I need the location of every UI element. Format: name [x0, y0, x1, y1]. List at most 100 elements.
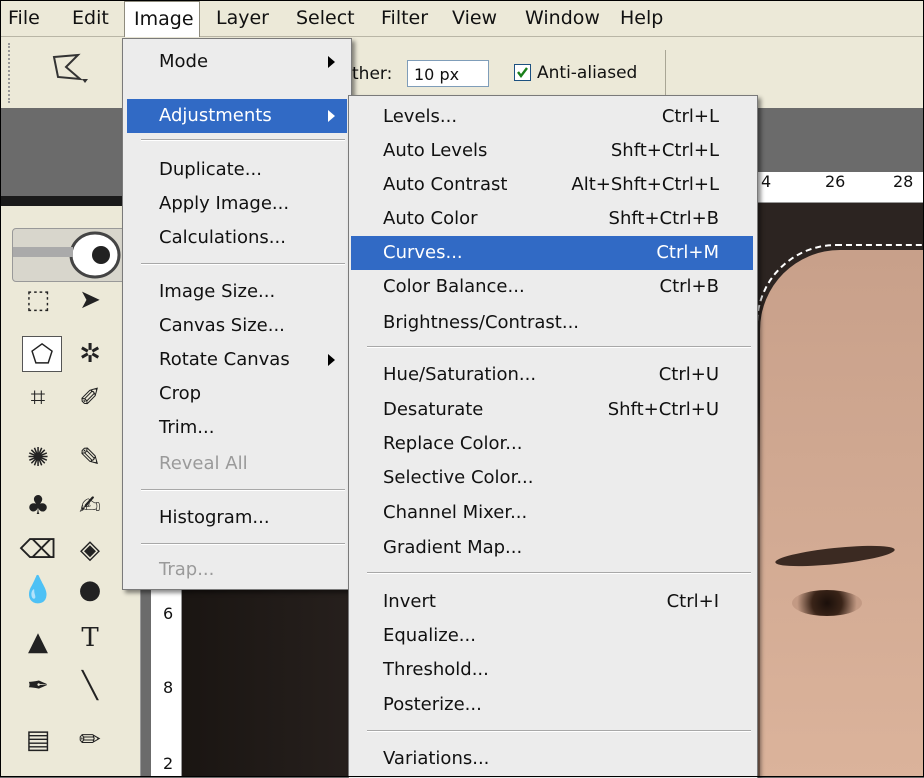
menu-item-gradient-map[interactable]: Gradient Map... [349, 531, 757, 565]
menu-item-shortcut: Ctrl+U [658, 364, 719, 385]
menu-layer[interactable]: Layer [216, 0, 269, 36]
menu-separator [367, 572, 751, 574]
ruler-label: 2 [163, 754, 174, 773]
menu-item-adjustments[interactable]: Adjustments [127, 99, 347, 133]
notes-tool-icon[interactable]: ▤ [18, 722, 58, 758]
menu-item-invert[interactable]: Invert Ctrl+I [349, 585, 757, 619]
menu-item-curves[interactable]: Curves... Ctrl+M [351, 236, 753, 270]
menu-item-replace-color[interactable]: Replace Color... [349, 427, 757, 461]
menu-help[interactable]: Help [620, 0, 663, 36]
menu-item-label: Duplicate... [159, 159, 262, 180]
menu-item-equalize[interactable]: Equalize... [349, 619, 757, 653]
polygonal-lasso-icon[interactable] [48, 49, 88, 93]
dodge-tool-icon[interactable]: ● [70, 572, 110, 608]
pen-tool-icon[interactable]: ✒ [18, 668, 58, 704]
path-selection-icon[interactable]: ▲ [18, 624, 58, 660]
menu-item-reveal-all: Reveal All [123, 447, 351, 481]
menu-select[interactable]: Select [296, 0, 355, 36]
checkmark-icon [517, 67, 528, 78]
menu-item-shortcut: Shft+Ctrl+U [607, 399, 719, 420]
menu-item-canvas-size[interactable]: Canvas Size... [123, 309, 351, 343]
menu-separator [141, 263, 345, 265]
menu-edit[interactable]: Edit [72, 0, 109, 36]
menu-item-rotate-canvas[interactable]: Rotate Canvas [123, 343, 351, 377]
type-tool-icon[interactable]: T [70, 620, 110, 656]
menu-item-threshold[interactable]: Threshold... [349, 653, 757, 687]
menu-item-desaturate[interactable]: Desaturate Shft+Ctrl+U [349, 393, 757, 427]
slice-tool-icon[interactable]: ✐ [70, 380, 110, 416]
menu-item-label: Replace Color... [383, 433, 523, 454]
menu-item-variations[interactable]: Variations... [349, 742, 757, 776]
horizontal-ruler[interactable]: 4 26 28 [745, 172, 924, 203]
menu-item-histogram[interactable]: Histogram... [123, 501, 351, 535]
menu-item-label: Crop [159, 383, 202, 404]
menu-item-shortcut: Ctrl+I [666, 591, 719, 612]
menu-item-levels[interactable]: Levels... Ctrl+L [349, 100, 757, 134]
menu-view[interactable]: View [452, 0, 497, 36]
submenu-arrow-icon [328, 110, 335, 122]
toolbox-header-logo[interactable] [12, 228, 132, 282]
options-bar-grip[interactable] [8, 43, 14, 103]
eraser-tool-icon[interactable]: ⌫ [18, 532, 58, 568]
menu-item-label: Apply Image... [159, 193, 290, 214]
menu-item-shortcut: Alt+Shft+Ctrl+L [571, 174, 719, 195]
menu-filter[interactable]: Filter [381, 0, 428, 36]
menu-file[interactable]: File [8, 0, 40, 36]
anti-aliased-label: Anti-aliased [537, 63, 638, 83]
menu-window[interactable]: Window [525, 0, 600, 36]
healing-brush-icon[interactable]: ✺ [18, 440, 58, 476]
menu-item-label: Reveal All [159, 453, 248, 474]
menu-item-auto-color[interactable]: Auto Color Shft+Ctrl+B [349, 202, 757, 236]
ruler-label: 6 [163, 604, 174, 623]
brush-tool-icon[interactable]: ✎ [70, 440, 110, 476]
menu-item-channel-mixer[interactable]: Channel Mixer... [349, 496, 757, 530]
menu-item-label: Posterize... [383, 694, 482, 715]
magic-wand-icon[interactable]: ✲ [70, 336, 110, 372]
menu-separator [367, 346, 751, 348]
menu-item-label: Calculations... [159, 227, 286, 248]
move-tool-icon[interactable]: ➤ [70, 282, 110, 318]
menu-item-hue-saturation[interactable]: Hue/Saturation... Ctrl+U [349, 358, 757, 392]
menu-item-shortcut: Ctrl+M [656, 242, 719, 263]
line-tool-icon[interactable]: ╲ [70, 668, 110, 704]
feather-input[interactable]: 10 px [407, 60, 489, 87]
menu-item-selective-color[interactable]: Selective Color... [349, 461, 757, 495]
ruler-label: 28 [893, 172, 914, 191]
menu-item-color-balance[interactable]: Color Balance... Ctrl+B [349, 270, 757, 304]
paint-bucket-icon[interactable]: ◈ [70, 532, 110, 568]
menu-item-crop[interactable]: Crop [123, 377, 351, 411]
submenu-arrow-icon [328, 56, 335, 68]
menu-item-label: Adjustments [159, 105, 272, 126]
menu-item-label: Invert [383, 591, 436, 612]
menu-item-label: Color Balance... [383, 276, 525, 297]
ruler-label: 8 [163, 678, 174, 697]
blur-tool-icon[interactable]: 💧 [18, 572, 58, 608]
menu-item-calculations[interactable]: Calculations... [123, 221, 351, 255]
menu-item-trim[interactable]: Trim... [123, 411, 351, 445]
anti-aliased-checkbox[interactable] [514, 64, 531, 81]
menu-item-shortcut: Ctrl+L [661, 106, 719, 127]
crop-tool-icon[interactable]: ⌗ [18, 380, 58, 416]
menu-item-auto-levels[interactable]: Auto Levels Shft+Ctrl+L [349, 134, 757, 168]
menu-item-mode[interactable]: Mode [123, 45, 351, 79]
menu-item-label: Rotate Canvas [159, 349, 290, 370]
menu-separator [141, 489, 345, 491]
menu-item-posterize[interactable]: Posterize... [349, 688, 757, 722]
menu-item-apply-image[interactable]: Apply Image... [123, 187, 351, 221]
menu-item-label: Trap... [159, 559, 215, 580]
menu-item-auto-contrast[interactable]: Auto Contrast Alt+Shft+Ctrl+L [349, 168, 757, 202]
selection-marquee[interactable] [756, 244, 924, 777]
clone-stamp-icon[interactable]: ♣ [18, 488, 58, 524]
menu-item-label: Hue/Saturation... [383, 364, 537, 385]
menu-image[interactable]: Image [124, 1, 200, 37]
menu-item-label: Channel Mixer... [383, 502, 528, 523]
menu-item-image-size[interactable]: Image Size... [123, 275, 351, 309]
menu-separator [141, 139, 345, 141]
rectangular-marquee-icon[interactable]: ⬚ [18, 282, 58, 318]
history-brush-icon[interactable]: ✍ [70, 488, 110, 524]
menu-item-brightness-contrast[interactable]: Brightness/Contrast... [349, 306, 757, 340]
lasso-tool-icon[interactable]: ⬠ [22, 336, 62, 372]
eyedropper-icon[interactable]: ✏ [70, 722, 110, 758]
menu-item-duplicate[interactable]: Duplicate... [123, 153, 351, 187]
menu-item-label: Selective Color... [383, 467, 534, 488]
